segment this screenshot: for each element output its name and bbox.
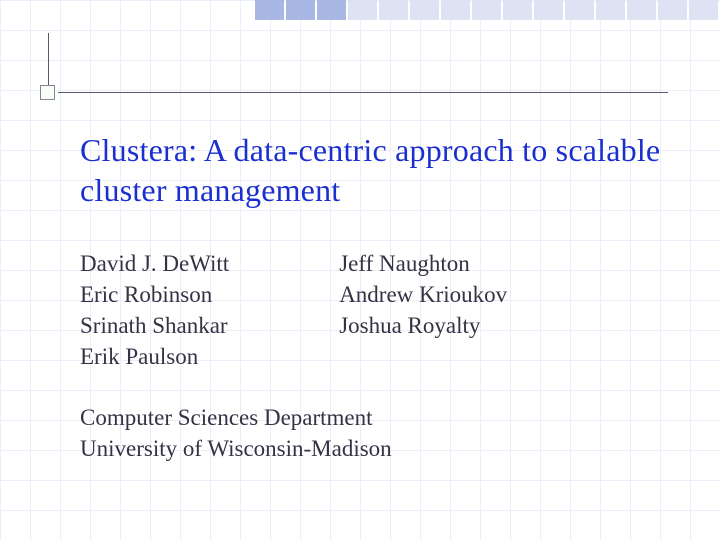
author: Andrew Krioukov [339, 279, 507, 310]
author: Srinath Shankar [80, 310, 229, 341]
author: Erik Paulson [80, 341, 229, 372]
slide-title: Clustera: A data-centric approach to sca… [80, 130, 680, 210]
authors-col-1: David J. DeWitt Eric Robinson Srinath Sh… [80, 248, 229, 372]
affiliation-block: Computer Sciences Department University … [80, 402, 680, 464]
author: Jeff Naughton [339, 248, 507, 279]
slide-content: Clustera: A data-centric approach to sca… [80, 130, 680, 464]
author: David J. DeWitt [80, 248, 229, 279]
top-accent-band [255, 0, 720, 20]
author: Joshua Royalty [339, 310, 507, 341]
authors-col-2: Jeff Naughton Andrew Krioukov Joshua Roy… [339, 248, 507, 372]
authors-block: David J. DeWitt Eric Robinson Srinath Sh… [80, 248, 680, 372]
affiliation-line: University of Wisconsin-Madison [80, 433, 680, 464]
author: Eric Robinson [80, 279, 229, 310]
affiliation-line: Computer Sciences Department [80, 402, 680, 433]
